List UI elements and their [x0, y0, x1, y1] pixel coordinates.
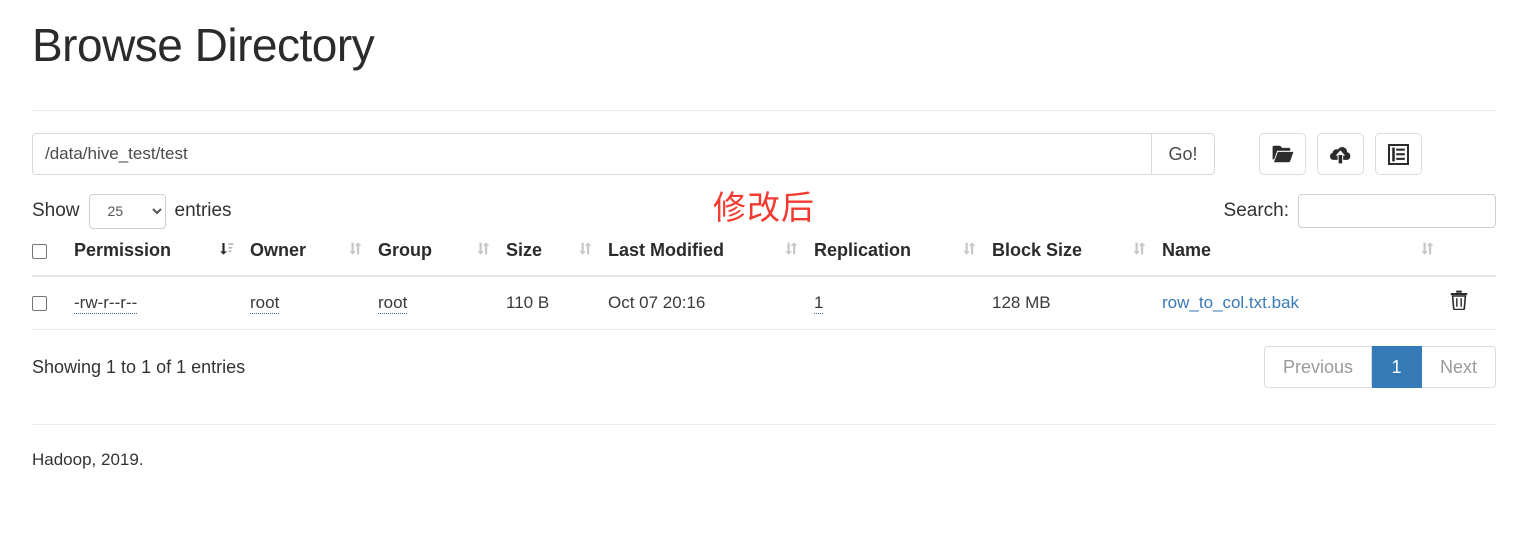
row-select-cell[interactable]	[32, 276, 74, 330]
sort-both-icon	[962, 240, 976, 261]
title-divider	[32, 110, 1496, 111]
column-header-group[interactable]: Group	[378, 240, 506, 277]
upload-files-button[interactable]	[1317, 133, 1364, 175]
sort-both-icon	[784, 240, 798, 261]
cell-group: root	[378, 276, 506, 330]
cell-last-modified: Oct 07 20:16	[608, 276, 814, 330]
page-title: Browse Directory	[32, 19, 375, 71]
clipboard-list-icon	[1388, 143, 1409, 165]
browse-directory-page: Browse Directory Go!	[0, 0, 1528, 548]
go-button[interactable]: Go!	[1151, 133, 1215, 175]
search-control: Search:	[1224, 194, 1496, 228]
toolbar-buttons	[1259, 133, 1422, 175]
sort-both-icon	[578, 240, 592, 261]
folder-open-icon	[1272, 145, 1294, 163]
column-header-select-all[interactable]	[32, 240, 74, 277]
column-label-name: Name	[1162, 240, 1212, 260]
trash-icon	[1450, 290, 1468, 313]
permission-value[interactable]: -rw-r--r--	[74, 292, 138, 314]
table-controls: Show 25 entries 修改后 Search:	[32, 188, 1496, 230]
search-input[interactable]	[1298, 194, 1496, 228]
cell-name: row_to_col.txt.bak	[1162, 276, 1450, 330]
owner-value[interactable]: root	[250, 292, 280, 314]
sort-both-icon	[476, 240, 490, 261]
file-name-link[interactable]: row_to_col.txt.bak	[1162, 293, 1299, 312]
column-header-last-modified[interactable]: Last Modified	[608, 240, 814, 277]
cell-delete	[1450, 276, 1496, 330]
sort-desc-icon	[219, 240, 234, 261]
files-table: Permission Owner Group Size Last Modifie…	[32, 240, 1496, 330]
cell-replication: 1	[814, 276, 992, 330]
entries-info: Showing 1 to 1 of 1 entries	[32, 356, 246, 377]
cell-owner: root	[250, 276, 378, 330]
cell-permission: -rw-r--r--	[74, 276, 250, 330]
select-all-checkbox[interactable]	[32, 243, 47, 259]
group-value[interactable]: root	[378, 292, 408, 314]
pagination-next[interactable]: Next	[1421, 346, 1496, 388]
sort-both-icon	[348, 240, 362, 261]
replication-value[interactable]: 1	[814, 292, 824, 314]
entries-label: entries	[174, 200, 232, 221]
row-checkbox[interactable]	[32, 295, 47, 311]
column-label-permission: Permission	[74, 240, 172, 260]
column-label-owner: Owner	[250, 240, 307, 260]
sort-both-icon	[1132, 240, 1146, 261]
path-toolbar: Go!	[32, 133, 1496, 175]
column-header-replication[interactable]: Replication	[814, 240, 992, 277]
cloud-upload-icon	[1329, 145, 1352, 164]
cut-paste-button[interactable]	[1375, 133, 1422, 175]
table-footer: Showing 1 to 1 of 1 entries Previous 1 N…	[32, 346, 1496, 388]
pagination-previous[interactable]: Previous	[1263, 346, 1372, 388]
cell-block-size: 128 MB	[992, 276, 1162, 330]
column-label-block-size: Block Size	[992, 240, 1083, 260]
column-header-size[interactable]: Size	[506, 240, 608, 277]
column-header-permission[interactable]: Permission	[74, 240, 250, 277]
path-input-group: Go!	[32, 133, 1215, 175]
column-label-size: Size	[506, 240, 543, 260]
column-label-last-modified: Last Modified	[608, 240, 724, 260]
search-label: Search:	[1223, 200, 1289, 221]
pagination: Previous 1 Next	[1263, 346, 1496, 388]
column-header-delete	[1450, 240, 1496, 277]
delete-file-button[interactable]	[1450, 290, 1468, 313]
column-header-block-size[interactable]: Block Size	[992, 240, 1162, 277]
sort-both-icon	[1420, 240, 1434, 261]
column-header-owner[interactable]: Owner	[250, 240, 378, 277]
cell-size: 110 B	[506, 276, 608, 330]
directory-path-input[interactable]	[32, 133, 1151, 175]
files-table-body: -rw-r--r-- root root 110 B Oct 07 20:16 …	[32, 276, 1496, 330]
pagination-page-1[interactable]: 1	[1371, 346, 1422, 388]
site-footer: Hadoop, 2019.	[32, 450, 144, 469]
table-row: -rw-r--r-- root root 110 B Oct 07 20:16 …	[32, 276, 1496, 330]
files-table-head: Permission Owner Group Size Last Modifie…	[32, 240, 1496, 277]
new-directory-button[interactable]	[1259, 133, 1306, 175]
column-label-replication: Replication	[814, 240, 912, 260]
column-label-group: Group	[378, 240, 432, 260]
page-container: Browse Directory Go!	[0, 0, 1528, 470]
table-header-row: Permission Owner Group Size Last Modifie…	[32, 240, 1496, 277]
column-header-name[interactable]: Name	[1162, 240, 1450, 277]
show-label: Show	[32, 200, 80, 221]
show-entries-control: Show 25 entries	[32, 193, 232, 229]
entries-per-page-select[interactable]: 25	[88, 193, 166, 229]
